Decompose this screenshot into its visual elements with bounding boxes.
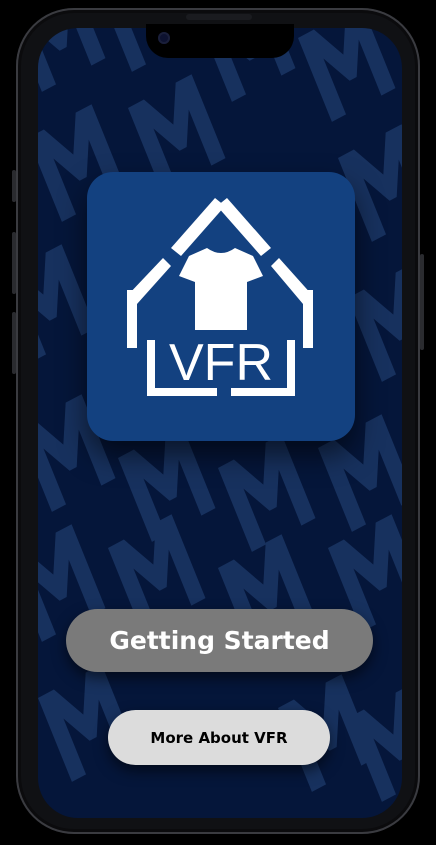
logo-text: VFR — [169, 334, 273, 392]
app-logo: VFR — [87, 172, 355, 441]
volume-up-button — [12, 232, 16, 294]
volume-down-button — [12, 312, 16, 374]
power-button — [420, 254, 424, 350]
app-viewport: VFR Getting Started More About VFR — [0, 0, 436, 845]
front-camera — [158, 32, 170, 44]
house-shirt-logo-icon: VFR — [127, 198, 313, 396]
silent-switch — [12, 170, 16, 202]
getting-started-button[interactable]: Getting Started — [66, 609, 373, 672]
speaker-grille — [186, 14, 252, 20]
more-about-button[interactable]: More About VFR — [108, 710, 330, 765]
